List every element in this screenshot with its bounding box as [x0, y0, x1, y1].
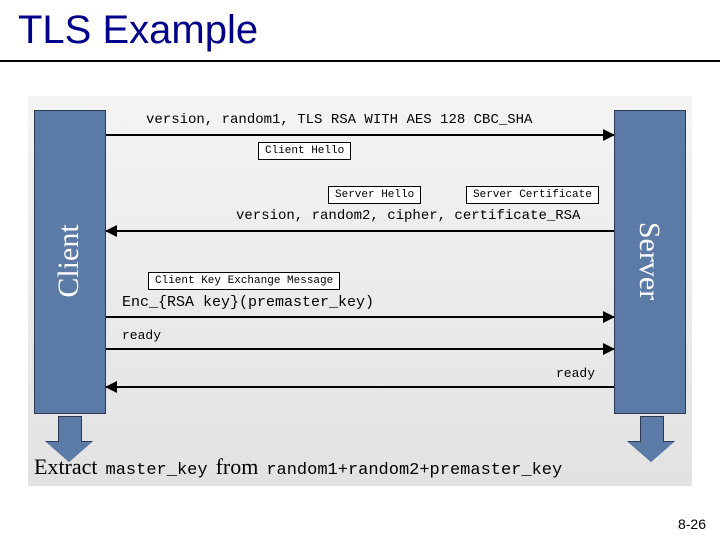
page-number: 8-26: [678, 516, 706, 532]
msg1-label: Client Hello: [258, 142, 351, 160]
msg1-text: version, random1, TLS RSA WITH AES 128 C…: [146, 112, 532, 128]
msg1-arrow: [106, 134, 614, 136]
server-box: Server: [614, 110, 686, 414]
msg2-text: version, random2, cipher, certificate_RS…: [236, 208, 580, 224]
server-down-arrow: [628, 416, 674, 462]
msg3-text: Enc_{RSA key}(premaster_key): [122, 294, 374, 311]
msg2-label-hello: Server Hello: [328, 186, 421, 204]
msg4-arrow: [106, 348, 614, 350]
client-box: Client: [34, 110, 106, 414]
slide-title: TLS Example: [18, 8, 258, 53]
msg5-text: ready: [556, 366, 595, 381]
msg2-label-cert: Server Certificate: [466, 186, 599, 204]
msg3-label: Client Key Exchange Message: [148, 272, 340, 290]
title-underline: [0, 60, 720, 62]
extract-line: Extract master_key from random1+random2+…: [34, 454, 562, 480]
msg2-arrow: [106, 230, 614, 232]
diagram-panel: Client Server version, random1, TLS RSA …: [28, 96, 692, 486]
server-label: Server: [632, 222, 666, 300]
extract-from: from: [216, 454, 259, 479]
msg3-arrow: [106, 316, 614, 318]
msg4-text: ready: [122, 328, 161, 343]
extract-master: master_key: [106, 461, 208, 480]
client-label: Client: [52, 224, 86, 297]
extract-word: Extract: [34, 454, 98, 479]
extract-inputs: random1+random2+premaster_key: [266, 461, 562, 480]
msg5-arrow: [106, 386, 614, 388]
